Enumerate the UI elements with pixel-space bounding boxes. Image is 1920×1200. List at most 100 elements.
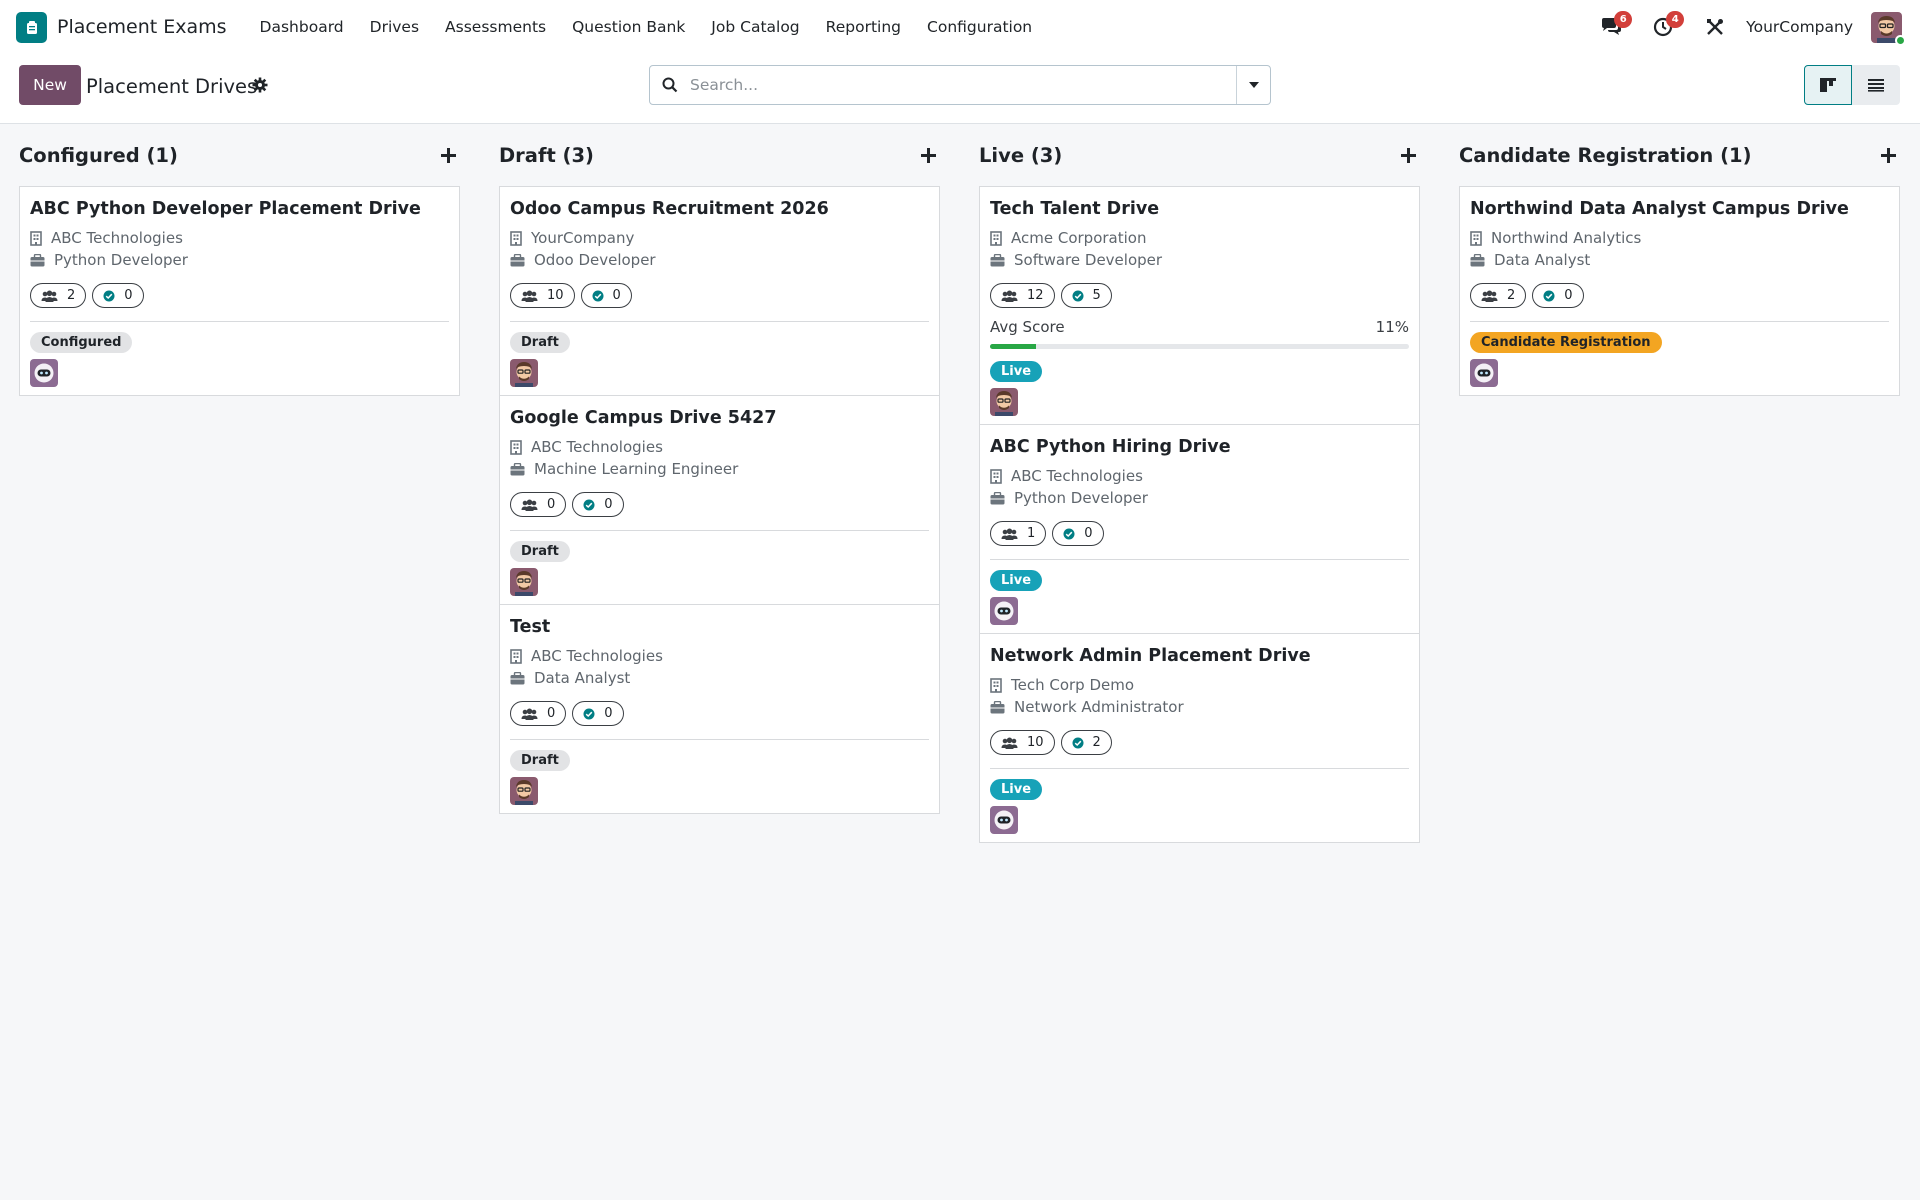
responsible-avatar[interactable]	[30, 359, 58, 387]
column-title[interactable]: Candidate Registration (1)	[1459, 144, 1752, 167]
kanban-card[interactable]: Tech Talent Drive Acme Corporation Softw…	[980, 187, 1419, 425]
completed-count-pill[interactable]: 2	[1060, 730, 1112, 755]
activities-button[interactable]: 4	[1646, 10, 1685, 44]
candidates-count-pill[interactable]: 2	[1470, 283, 1527, 308]
drive-company: YourCompany	[510, 227, 929, 249]
kanban-card[interactable]: Northwind Data Analyst Campus Drive Nort…	[1460, 187, 1899, 395]
kanban-card[interactable]: Google Campus Drive 5427 ABC Technologie…	[500, 396, 939, 605]
responsible-avatar[interactable]	[990, 806, 1018, 834]
drive-company: ABC Technologies	[510, 645, 929, 667]
quick-create-button[interactable]	[1401, 147, 1416, 163]
column-title[interactable]: Live (3)	[979, 144, 1062, 167]
menu-reporting[interactable]: Reporting	[813, 18, 914, 36]
quick-create-button[interactable]	[1881, 147, 1896, 163]
completed-count-pill[interactable]: 0	[1052, 521, 1104, 546]
kanban-column: Live (3) Tech Talent Drive Acme Corporat…	[979, 124, 1420, 843]
kanban-view-button[interactable]	[1804, 65, 1852, 105]
drive-job: Software Developer	[990, 249, 1409, 271]
new-button[interactable]: New	[19, 65, 81, 105]
search-options-toggle[interactable]	[1236, 66, 1270, 104]
menu-drives[interactable]: Drives	[357, 18, 432, 36]
kanban-card[interactable]: Test ABC Technologies Data Analyst 0 0 D…	[500, 605, 939, 813]
completed-count-pill[interactable]: 0	[92, 283, 144, 308]
building-icon	[510, 230, 522, 246]
kanban-card[interactable]: Odoo Campus Recruitment 2026 YourCompany…	[500, 187, 939, 396]
responsible-avatar[interactable]	[990, 597, 1018, 625]
quick-create-button[interactable]	[921, 147, 936, 163]
check-circle-icon	[583, 708, 595, 719]
company-name: ABC Technologies	[531, 647, 663, 665]
users-icon	[1481, 290, 1498, 302]
candidates-count-pill[interactable]: 12	[990, 283, 1055, 308]
gear-icon[interactable]	[252, 77, 268, 97]
drive-job: Odoo Developer	[510, 249, 929, 271]
column-title[interactable]: Configured (1)	[19, 144, 178, 167]
kanban-card[interactable]: ABC Python Hiring Drive ABC Technologies…	[980, 425, 1419, 634]
menu-dashboard[interactable]: Dashboard	[247, 18, 357, 36]
completed-count: 0	[1084, 526, 1093, 541]
status-badge: Candidate Registration	[1470, 332, 1662, 353]
candidates-count-pill[interactable]: 0	[510, 701, 567, 726]
drive-company: Northwind Analytics	[1470, 227, 1889, 249]
kanban-card[interactable]: Network Admin Placement Drive Tech Corp …	[980, 634, 1419, 842]
responsible-avatar[interactable]	[1470, 359, 1498, 387]
list-view-button[interactable]	[1852, 65, 1900, 105]
view-switcher	[1804, 65, 1900, 105]
candidates-count-pill[interactable]: 10	[990, 730, 1055, 755]
kanban-icon	[1820, 78, 1836, 92]
company-switcher[interactable]: YourCompany	[1746, 18, 1853, 36]
candidates-count-pill[interactable]: 2	[30, 283, 87, 308]
messages-button[interactable]: 6	[1594, 10, 1633, 44]
search-input[interactable]	[690, 76, 1236, 94]
card-divider	[510, 530, 929, 531]
briefcase-icon	[990, 491, 1005, 504]
candidates-count-pill[interactable]: 0	[510, 492, 567, 517]
user-avatar[interactable]	[1871, 11, 1906, 46]
app-logo-icon[interactable]	[16, 11, 47, 43]
drive-title: Tech Talent Drive	[990, 199, 1160, 219]
briefcase-icon	[510, 462, 525, 475]
building-icon	[990, 677, 1002, 693]
completed-count-pill[interactable]: 0	[580, 283, 632, 308]
completed-count-pill[interactable]: 5	[1060, 283, 1112, 308]
users-icon	[521, 708, 538, 720]
candidates-count: 2	[67, 288, 76, 303]
kanban-column: Candidate Registration (1) Northwind Dat…	[1459, 124, 1900, 843]
job-name: Python Developer	[54, 251, 188, 269]
building-icon	[510, 439, 522, 455]
menu-assessments[interactable]: Assessments	[432, 18, 559, 36]
quick-create-button[interactable]	[441, 147, 456, 163]
menu-question-bank[interactable]: Question Bank	[559, 18, 698, 36]
search-icon	[650, 77, 690, 93]
responsible-avatar[interactable]	[510, 777, 538, 805]
drive-company: Acme Corporation	[990, 227, 1409, 249]
status-badge: Draft	[510, 541, 570, 562]
completed-count-pill[interactable]: 0	[572, 492, 624, 517]
check-circle-icon	[592, 290, 604, 301]
drive-job: Python Developer	[990, 487, 1409, 509]
avg-score-progress	[990, 344, 1409, 349]
briefcase-icon	[510, 253, 525, 266]
drive-job: Data Analyst	[1470, 249, 1889, 271]
app-name[interactable]: Placement Exams	[57, 16, 227, 38]
candidates-count-pill[interactable]: 10	[510, 283, 575, 308]
kanban-board: Configured (1) ABC Python Developer Plac…	[0, 124, 1920, 843]
responsible-avatar[interactable]	[510, 568, 538, 596]
kanban-card[interactable]: ABC Python Developer Placement Drive ABC…	[20, 187, 459, 395]
responsible-avatar[interactable]	[510, 359, 538, 387]
debug-tools-button[interactable]	[1698, 10, 1732, 44]
building-icon	[30, 230, 42, 246]
completed-count-pill[interactable]: 0	[572, 701, 624, 726]
job-name: Software Developer	[1014, 251, 1163, 269]
completed-count-pill[interactable]: 0	[1532, 283, 1584, 308]
column-title[interactable]: Draft (3)	[499, 144, 594, 167]
avg-score-value: 11%	[1375, 318, 1409, 336]
responsible-avatar[interactable]	[990, 388, 1018, 416]
menu-job-catalog[interactable]: Job Catalog	[698, 18, 812, 36]
column-cards: ABC Python Developer Placement Drive ABC…	[19, 186, 460, 396]
drive-stats: 2 0	[30, 283, 449, 308]
drive-title: Network Admin Placement Drive	[990, 646, 1311, 666]
card-divider	[510, 321, 929, 322]
candidates-count-pill[interactable]: 1	[990, 521, 1047, 546]
menu-configuration[interactable]: Configuration	[914, 18, 1045, 36]
